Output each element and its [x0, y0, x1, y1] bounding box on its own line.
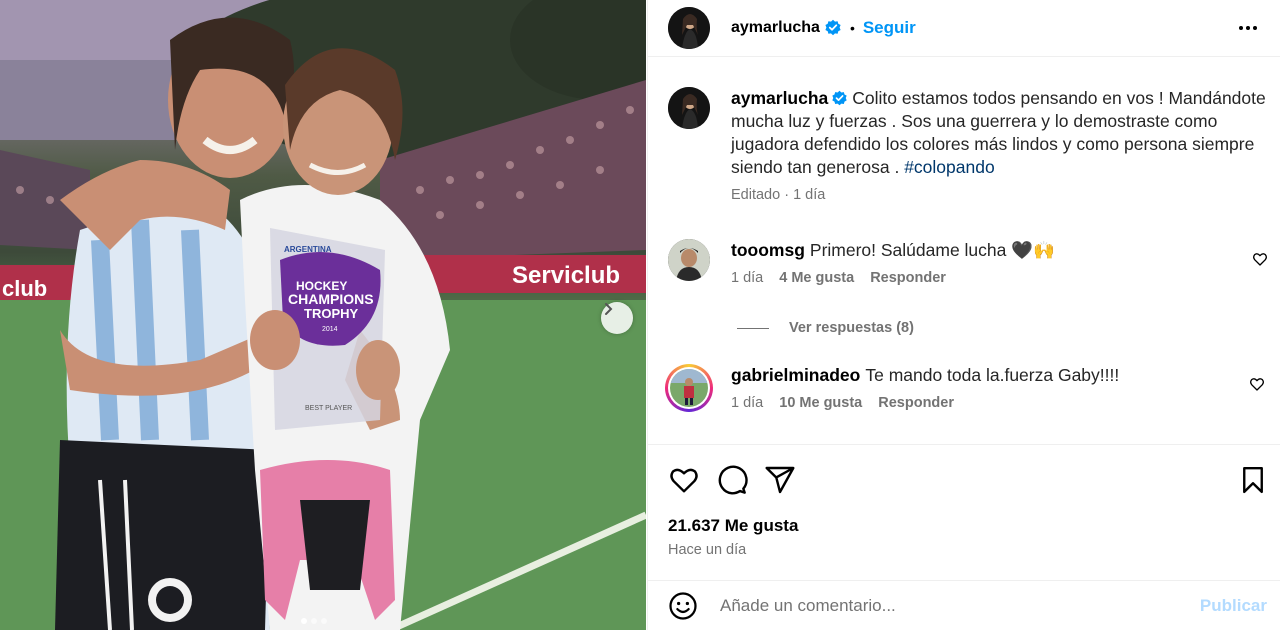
chevron-right-icon: [605, 303, 613, 315]
caption-meta: Editado · 1 día: [731, 187, 1268, 203]
view-replies-button[interactable]: Ver respuestas (8): [737, 320, 914, 336]
comment-text: gabrielminadeo Te mando toda la.fuerza Ga…: [731, 364, 1265, 387]
header-username[interactable]: aymarlucha: [731, 19, 820, 37]
header-separator: •: [849, 20, 855, 36]
emoji-icon[interactable]: [668, 591, 698, 621]
carousel-dots: [301, 618, 327, 624]
comment-time: 1 día: [731, 395, 764, 411]
follow-button[interactable]: Seguir: [863, 18, 916, 38]
reply-button[interactable]: Responder: [870, 270, 946, 286]
comment-username[interactable]: tooomsg: [731, 240, 805, 260]
carousel-dot: [301, 618, 307, 624]
trophy-bottom-text: BEST PLAYER: [305, 405, 352, 412]
post-photo[interactable]: Serviclub club HOCKEY CHAMPIONS TROPHY 2…: [0, 0, 646, 630]
comment-body: Te mando toda la.fuerza Gaby!!!!: [865, 365, 1120, 385]
comments-section[interactable]: aymarlucha Colito estamos todos pensando…: [648, 67, 1280, 445]
comment-meta: 1 día 10 Me gusta Responder: [731, 395, 1265, 411]
share-icon[interactable]: [764, 464, 796, 496]
avatar-image: [668, 7, 710, 49]
caption-username[interactable]: aymarlucha: [731, 88, 828, 108]
verified-badge-icon: [832, 90, 847, 106]
avatar-image: [670, 369, 708, 407]
post-image: Serviclub club HOCKEY CHAMPIONS TROPHY 2…: [0, 0, 646, 630]
trophy-text-2: CHAMPIONS: [288, 291, 374, 307]
avatar[interactable]: [668, 7, 710, 49]
bookmark-icon[interactable]: [1238, 465, 1268, 495]
trophy-year: 2014: [322, 326, 338, 333]
comment-item: tooomsg Primero! Salúdame lucha 🖤🙌 1 día …: [668, 239, 1268, 286]
replies-divider: [737, 327, 769, 329]
view-replies-label: Ver respuestas (8): [789, 320, 914, 336]
post-header: aymarlucha • Seguir: [648, 0, 1280, 57]
avatar-image: [668, 87, 710, 129]
banner-club: club: [2, 276, 47, 301]
comment-meta: 1 día 4 Me gusta Responder: [731, 270, 1268, 286]
caption-edited-time: Editado · 1 día: [731, 187, 826, 203]
trophy-text-3: TROPHY: [304, 306, 359, 321]
comment-time: 1 día: [731, 270, 764, 286]
hashtag-link[interactable]: #colopando: [904, 157, 995, 177]
publish-button[interactable]: Publicar: [1200, 596, 1267, 616]
heart-icon[interactable]: [1249, 376, 1265, 392]
comment-icon[interactable]: [716, 464, 748, 496]
more-horizontal-icon[interactable]: [1236, 16, 1260, 40]
comment-likes[interactable]: 4 Me gusta: [779, 270, 854, 286]
banner-serviclub: Serviclub: [512, 262, 620, 289]
heart-icon[interactable]: [668, 464, 700, 496]
reply-button[interactable]: Responder: [878, 395, 954, 411]
comment-input[interactable]: [720, 595, 1200, 616]
heart-icon[interactable]: [1252, 251, 1268, 267]
story-ring-avatar[interactable]: [665, 364, 713, 412]
likes-count[interactable]: 21.637 Me gusta: [668, 516, 798, 536]
comment-item: gabrielminadeo Te mando toda la.fuerza Ga…: [665, 364, 1265, 412]
trophy-top-text: ARGENTINA: [284, 245, 332, 254]
carousel-dot: [321, 618, 327, 624]
caption-text: aymarlucha Colito estamos todos pensando…: [731, 87, 1268, 179]
comment-body: Primero! Salúdame lucha 🖤🙌: [809, 240, 1055, 260]
avatar-image: [668, 239, 710, 281]
post-details-panel: aymarlucha • Seguir aymarlucha Colito es…: [647, 0, 1280, 630]
post-timestamp: Hace un día: [668, 542, 747, 558]
post-actions: [668, 460, 1268, 500]
comment-avatar[interactable]: [668, 239, 710, 281]
verified-badge-icon: [825, 19, 841, 36]
carousel-dot: [311, 618, 317, 624]
comment-text: tooomsg Primero! Salúdame lucha 🖤🙌: [731, 239, 1268, 262]
comment-username[interactable]: gabrielminadeo: [731, 365, 860, 385]
add-comment-bar: Publicar: [648, 580, 1280, 630]
carousel-next-button[interactable]: [601, 302, 633, 334]
caption: aymarlucha Colito estamos todos pensando…: [668, 87, 1268, 203]
caption-avatar[interactable]: [668, 87, 710, 129]
comment-likes[interactable]: 10 Me gusta: [779, 395, 862, 411]
